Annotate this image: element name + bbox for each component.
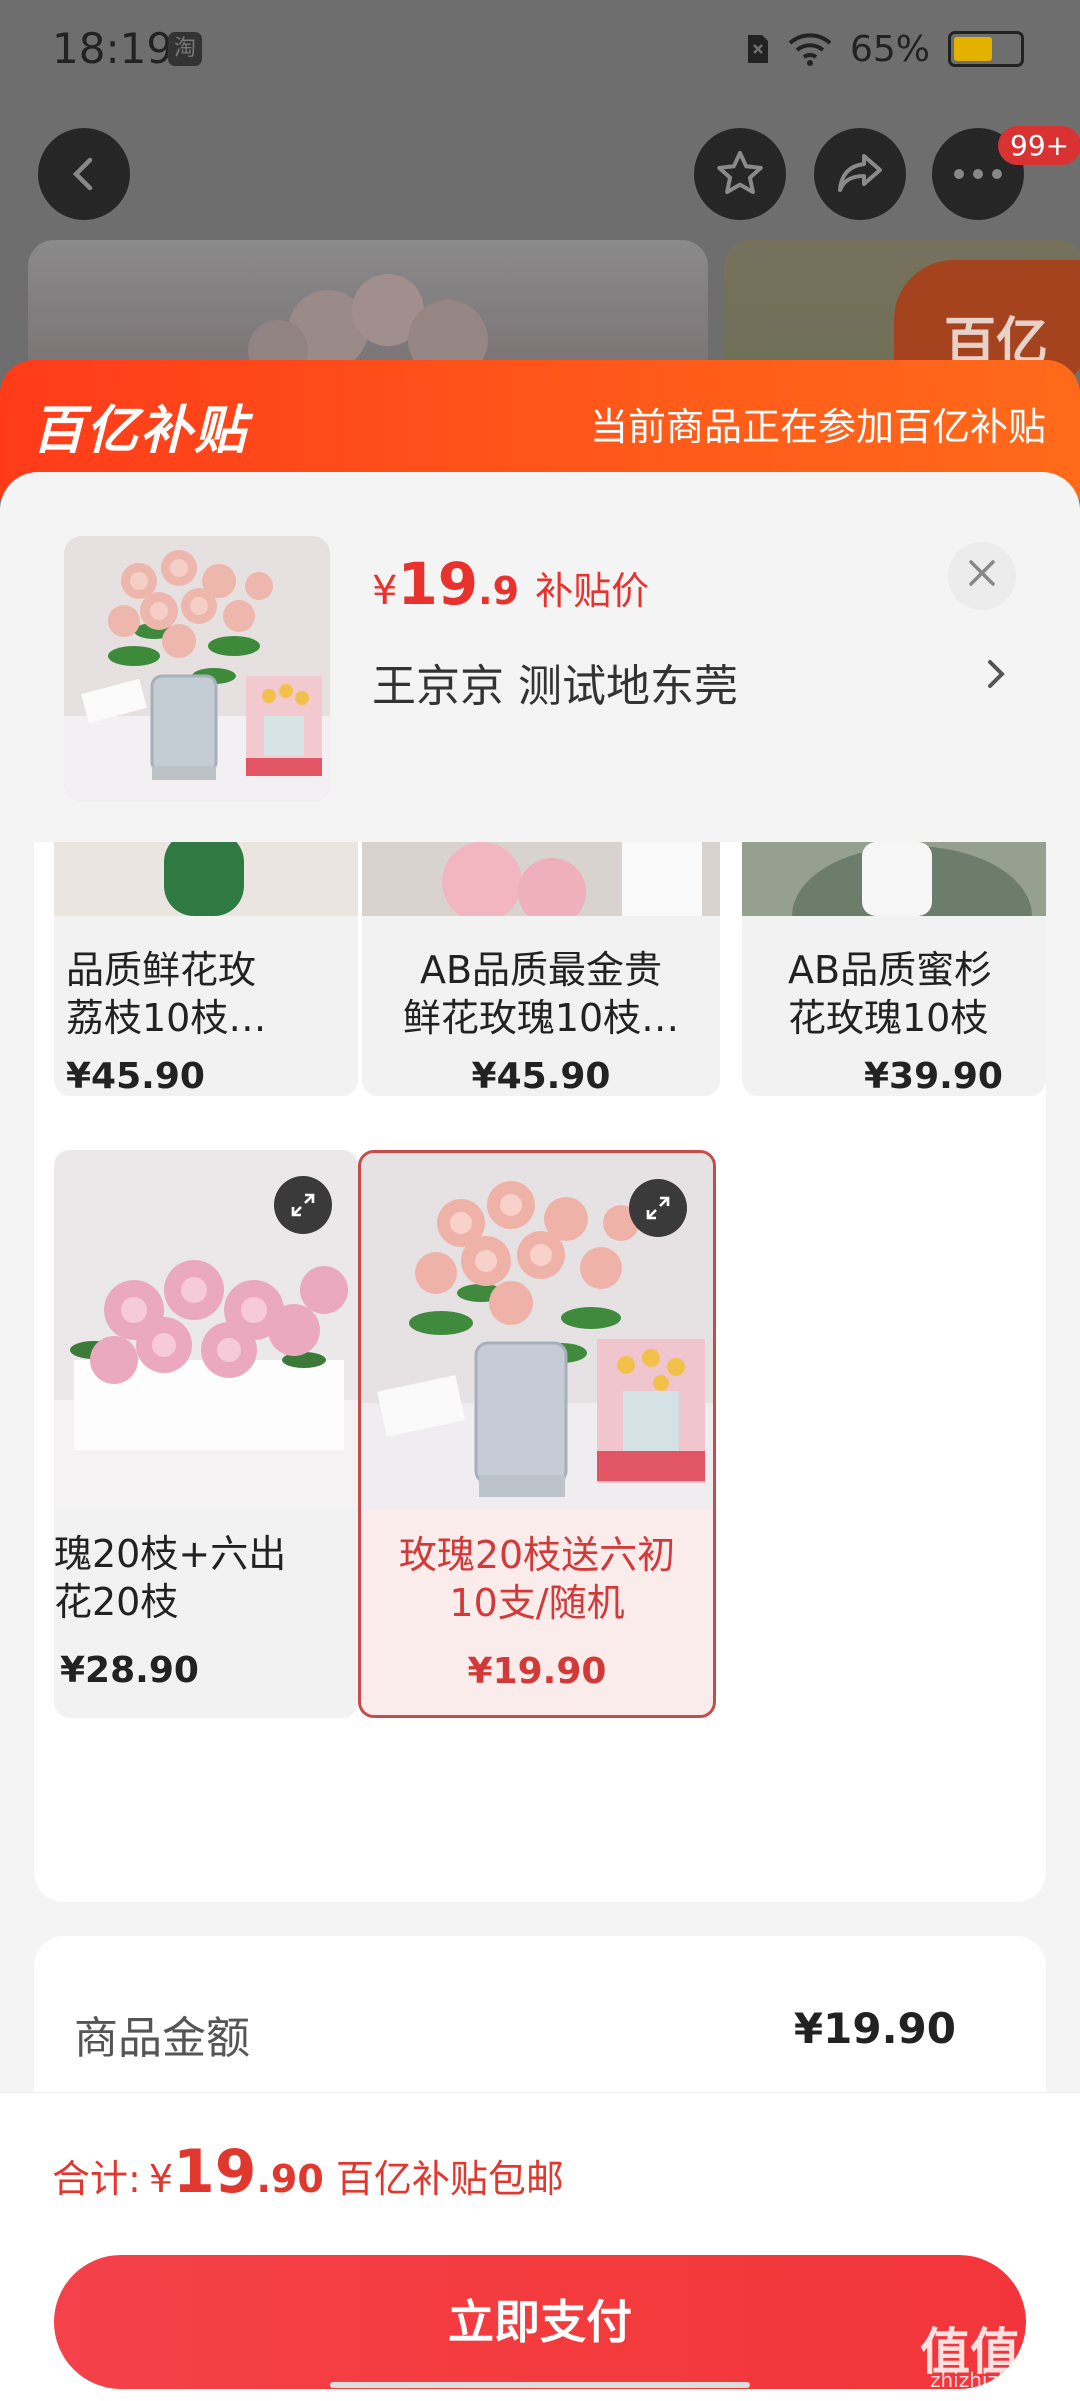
expand-icon[interactable] — [274, 1176, 332, 1234]
checkout-footer: 合计: ¥19.90 百亿补贴包邮 立即支付 — [0, 2092, 1080, 2401]
taobao-notification-icon: 淘 — [168, 32, 202, 66]
expand-icon[interactable] — [629, 1179, 687, 1237]
close-icon — [969, 560, 995, 586]
address-chevron-icon[interactable] — [984, 652, 1008, 703]
status-bar: 18:19 淘 65% — [0, 0, 1080, 100]
status-right: 65% — [746, 26, 1024, 72]
variant-title: 品质鲜花玫 荔枝10枝… — [66, 948, 267, 1040]
home-indicator[interactable] — [330, 2382, 750, 2388]
total-label: 合计: — [52, 2157, 141, 2201]
battery-level — [954, 37, 992, 61]
variant-title: 玫瑰20枝送六初 10支/随机 — [398, 1533, 676, 1625]
total-currency: ¥ — [148, 2157, 173, 2201]
product-header: ¥19.9 补贴价 王京京 测试地东莞 — [0, 472, 1080, 842]
total-decimal: .90 — [256, 2157, 324, 2201]
message-count-badge: 99+ — [998, 126, 1080, 165]
status-time: 18:19 — [52, 24, 174, 73]
share-icon — [838, 154, 882, 192]
background-product-photo — [28, 240, 708, 380]
background-product-photo-2: 百亿 — [724, 240, 1080, 380]
variant-option[interactable]: 品质鲜花玫 荔枝10枝… ¥45.90 — [54, 842, 358, 1096]
variant-title: AB品质最金贵 鲜花玫瑰10枝… — [402, 948, 680, 1040]
amount-label: 商品金额 — [74, 2013, 250, 2064]
variant-price: ¥45.90 — [471, 1056, 611, 1096]
watermark-site: zhizhizhi.com — [930, 2368, 1066, 2392]
favorite-button[interactable] — [694, 128, 786, 220]
pay-now-button[interactable]: 立即支付 — [54, 2255, 1026, 2389]
variant-image — [742, 842, 1046, 916]
subsidy-note: 当前商品正在参加百亿补贴 — [589, 405, 1046, 449]
variant-title: AB品质蜜杉 花玫瑰10枝 — [788, 948, 993, 1040]
sim-icon — [747, 35, 768, 63]
price-currency: ¥ — [372, 568, 398, 614]
chevron-left-icon — [72, 157, 93, 191]
share-button[interactable] — [814, 128, 906, 220]
variant-option[interactable]: AB品质最金贵 鲜花玫瑰10枝… ¥45.90 — [362, 842, 720, 1096]
total-integer: 19 — [173, 2137, 257, 2207]
variant-price: ¥28.90 — [60, 1650, 199, 1691]
shipping-address[interactable]: 王京京 测试地东莞 — [372, 650, 738, 714]
variant-option[interactable]: 瑰20枝+六出 花20枝 ¥28.90 — [54, 1150, 358, 1718]
subsidy-price: ¥19.9 补贴价 — [372, 550, 649, 618]
variant-price: ¥45.90 — [66, 1056, 205, 1096]
variant-image — [362, 842, 720, 916]
price-tag: 补贴价 — [535, 569, 650, 613]
battery-percent: 65% — [849, 28, 930, 70]
product-thumbnail[interactable] — [64, 536, 330, 802]
variant-image — [54, 842, 358, 916]
more-dots-icon — [954, 169, 1002, 179]
price-decimal: .9 — [478, 569, 520, 613]
variant-price: ¥39.90 — [864, 1056, 1003, 1096]
variant-title: 瑰20枝+六出 花20枝 — [54, 1532, 287, 1624]
battery-icon — [948, 31, 1024, 67]
price-integer: 19 — [397, 550, 479, 618]
variant-price: ¥19.90 — [467, 1651, 607, 1692]
amount-value: ¥19.90 — [793, 2004, 956, 2053]
wifi-icon — [788, 33, 832, 66]
total-note: 百亿补贴包邮 — [335, 2157, 564, 2201]
variant-option[interactable]: AB品质蜜杉 花玫瑰10枝 ¥39.90 — [742, 842, 1046, 1096]
star-icon — [717, 151, 763, 194]
variant-card: 品质鲜花玫 荔枝10枝… ¥45.90 AB品质最金贵 鲜花玫瑰10枝… ¥45… — [34, 842, 1046, 1902]
close-button[interactable] — [948, 542, 1016, 610]
order-total: 合计: ¥19.90 百亿补贴包邮 — [52, 2137, 564, 2207]
subsidy-logo: 百亿补贴 — [32, 401, 249, 461]
back-button[interactable] — [38, 128, 130, 220]
variant-option-selected[interactable]: 玫瑰20枝送六初 10支/随机 ¥19.90 — [358, 1150, 716, 1718]
